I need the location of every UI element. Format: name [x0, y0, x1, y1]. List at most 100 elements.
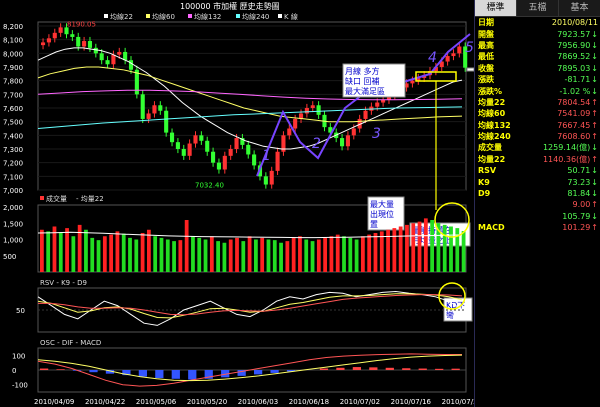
candle-body	[164, 110, 169, 133]
tab-five-levels[interactable]: 五檔	[517, 0, 559, 16]
volume-bar	[373, 233, 378, 272]
volume-bar	[272, 240, 277, 272]
volume-bar	[159, 237, 164, 272]
volume-bar	[172, 241, 176, 272]
price-tick-label: 7,300	[3, 146, 23, 154]
candle-body	[117, 51, 122, 55]
price-tick-label: 8,100	[3, 37, 23, 45]
legend-swatch	[188, 14, 192, 18]
quote-row: 漲跌% -1.02 %↓	[475, 85, 600, 96]
quote-label: RSV	[478, 166, 497, 176]
quote-row: 均量22 7804.54↑	[475, 97, 600, 108]
candle-body	[451, 53, 456, 57]
volume-bar	[96, 240, 101, 272]
osc-bar	[56, 369, 65, 370]
arrow-down-icon: ↓	[591, 143, 598, 153]
quote-label: 成交量	[478, 143, 502, 153]
volume-bar	[90, 237, 95, 272]
quote-row: 均線60 7541.09↑	[475, 108, 600, 119]
quote-row: 最高 7956.90↓	[475, 40, 600, 51]
candle-body	[158, 105, 163, 111]
quote-value: 7923.57	[557, 29, 591, 39]
volume-bar	[228, 239, 233, 272]
quote-row: D9 81.84↓	[475, 188, 600, 199]
osc-bar	[89, 370, 98, 373]
legend-item: 均線22	[110, 12, 133, 21]
osc-bar	[352, 367, 361, 370]
candle-body	[128, 60, 134, 70]
quote-row: 漲跌 -81.71↓	[475, 74, 600, 85]
arrow-down-icon: ↓	[591, 52, 598, 62]
volume-bar	[411, 223, 416, 272]
candle-body	[187, 143, 192, 156]
arrow-up-icon: ↑	[591, 120, 598, 130]
wave-label: 2	[312, 136, 321, 152]
volume-bar	[316, 239, 321, 272]
candle-body	[293, 118, 298, 129]
candle-body	[199, 135, 204, 141]
quote-label: 漲跌%	[478, 86, 503, 96]
quote-row: 105.79↓	[475, 211, 600, 222]
arrow-up-icon: ↑	[591, 200, 598, 210]
quote-row: 均量22 1140.36(億)↑	[475, 154, 600, 165]
x-tick-label: 2010/04/22	[85, 398, 125, 406]
candle-body	[58, 27, 63, 33]
volume-bar	[342, 236, 346, 272]
vol-tick-label: 500	[3, 253, 16, 261]
volume-bar	[77, 224, 82, 272]
quote-label: 均線60	[478, 109, 506, 119]
candle-body	[76, 36, 81, 47]
kd-tick-label: 50	[16, 307, 25, 315]
osc-bar	[138, 370, 147, 377]
sidebar-tabs: 標準 五檔 基本	[475, 0, 600, 17]
candle-body	[310, 105, 315, 108]
tab-basic[interactable]: 基本	[559, 0, 600, 16]
volume-bar	[260, 237, 265, 272]
legend-swatch	[146, 14, 150, 18]
quote-value-wrap: 101.29↑	[562, 223, 598, 232]
vol-legend-label: 成交量	[46, 194, 67, 203]
candle-body	[345, 135, 350, 147]
volume-bar	[304, 239, 309, 272]
candle-body	[140, 94, 145, 119]
volume-bar	[216, 241, 221, 272]
osc-bar	[254, 370, 263, 375]
vol-tick-label: 1,500	[3, 220, 23, 228]
x-tick-label: 2010/07/30	[442, 398, 474, 406]
x-tick-label: 2010/07/02	[340, 398, 380, 406]
volume-bar	[291, 237, 296, 272]
ma240-line	[37, 106, 463, 129]
arrow-down-icon: ↓	[591, 211, 598, 221]
arrow-down-icon: ↓	[591, 177, 598, 187]
tab-standard[interactable]: 標準	[475, 0, 517, 16]
candle-body	[410, 80, 415, 84]
quote-value-wrap: 50.71↓	[567, 166, 598, 175]
quote-label: 最低	[478, 52, 494, 62]
osc-bar	[319, 368, 329, 370]
ma-note-spacer-box	[466, 67, 474, 72]
candle-body	[222, 155, 227, 170]
osc-bar	[171, 370, 180, 379]
arrow-down-icon: ↓	[591, 189, 598, 199]
quote-row: RSV 50.71↓	[475, 165, 600, 176]
osc-bar	[188, 370, 197, 380]
volume-bar	[115, 231, 120, 272]
candle-body	[193, 135, 198, 144]
quote-value: -81.71	[564, 75, 591, 85]
candle-body	[99, 53, 104, 61]
macd-tick-label: -100	[12, 382, 28, 390]
volume-bar	[46, 231, 51, 272]
quote-value-wrap: 9.00↑	[572, 200, 598, 209]
osc-bar	[385, 367, 394, 370]
quote-value: 7667.45	[557, 120, 591, 130]
volume-bar	[178, 240, 183, 272]
macd-tick-label: 100	[12, 352, 25, 360]
price-tick-label: 7,200	[3, 160, 23, 168]
volume-bar	[348, 237, 353, 272]
quote-label: 日期	[478, 18, 494, 28]
quote-value: 101.29	[562, 223, 591, 233]
quote-value-wrap: 73.23↓	[567, 178, 598, 187]
osc-bar	[369, 367, 378, 370]
quote-value-wrap: 7923.57↓	[557, 30, 598, 39]
osc-bar	[418, 368, 427, 370]
